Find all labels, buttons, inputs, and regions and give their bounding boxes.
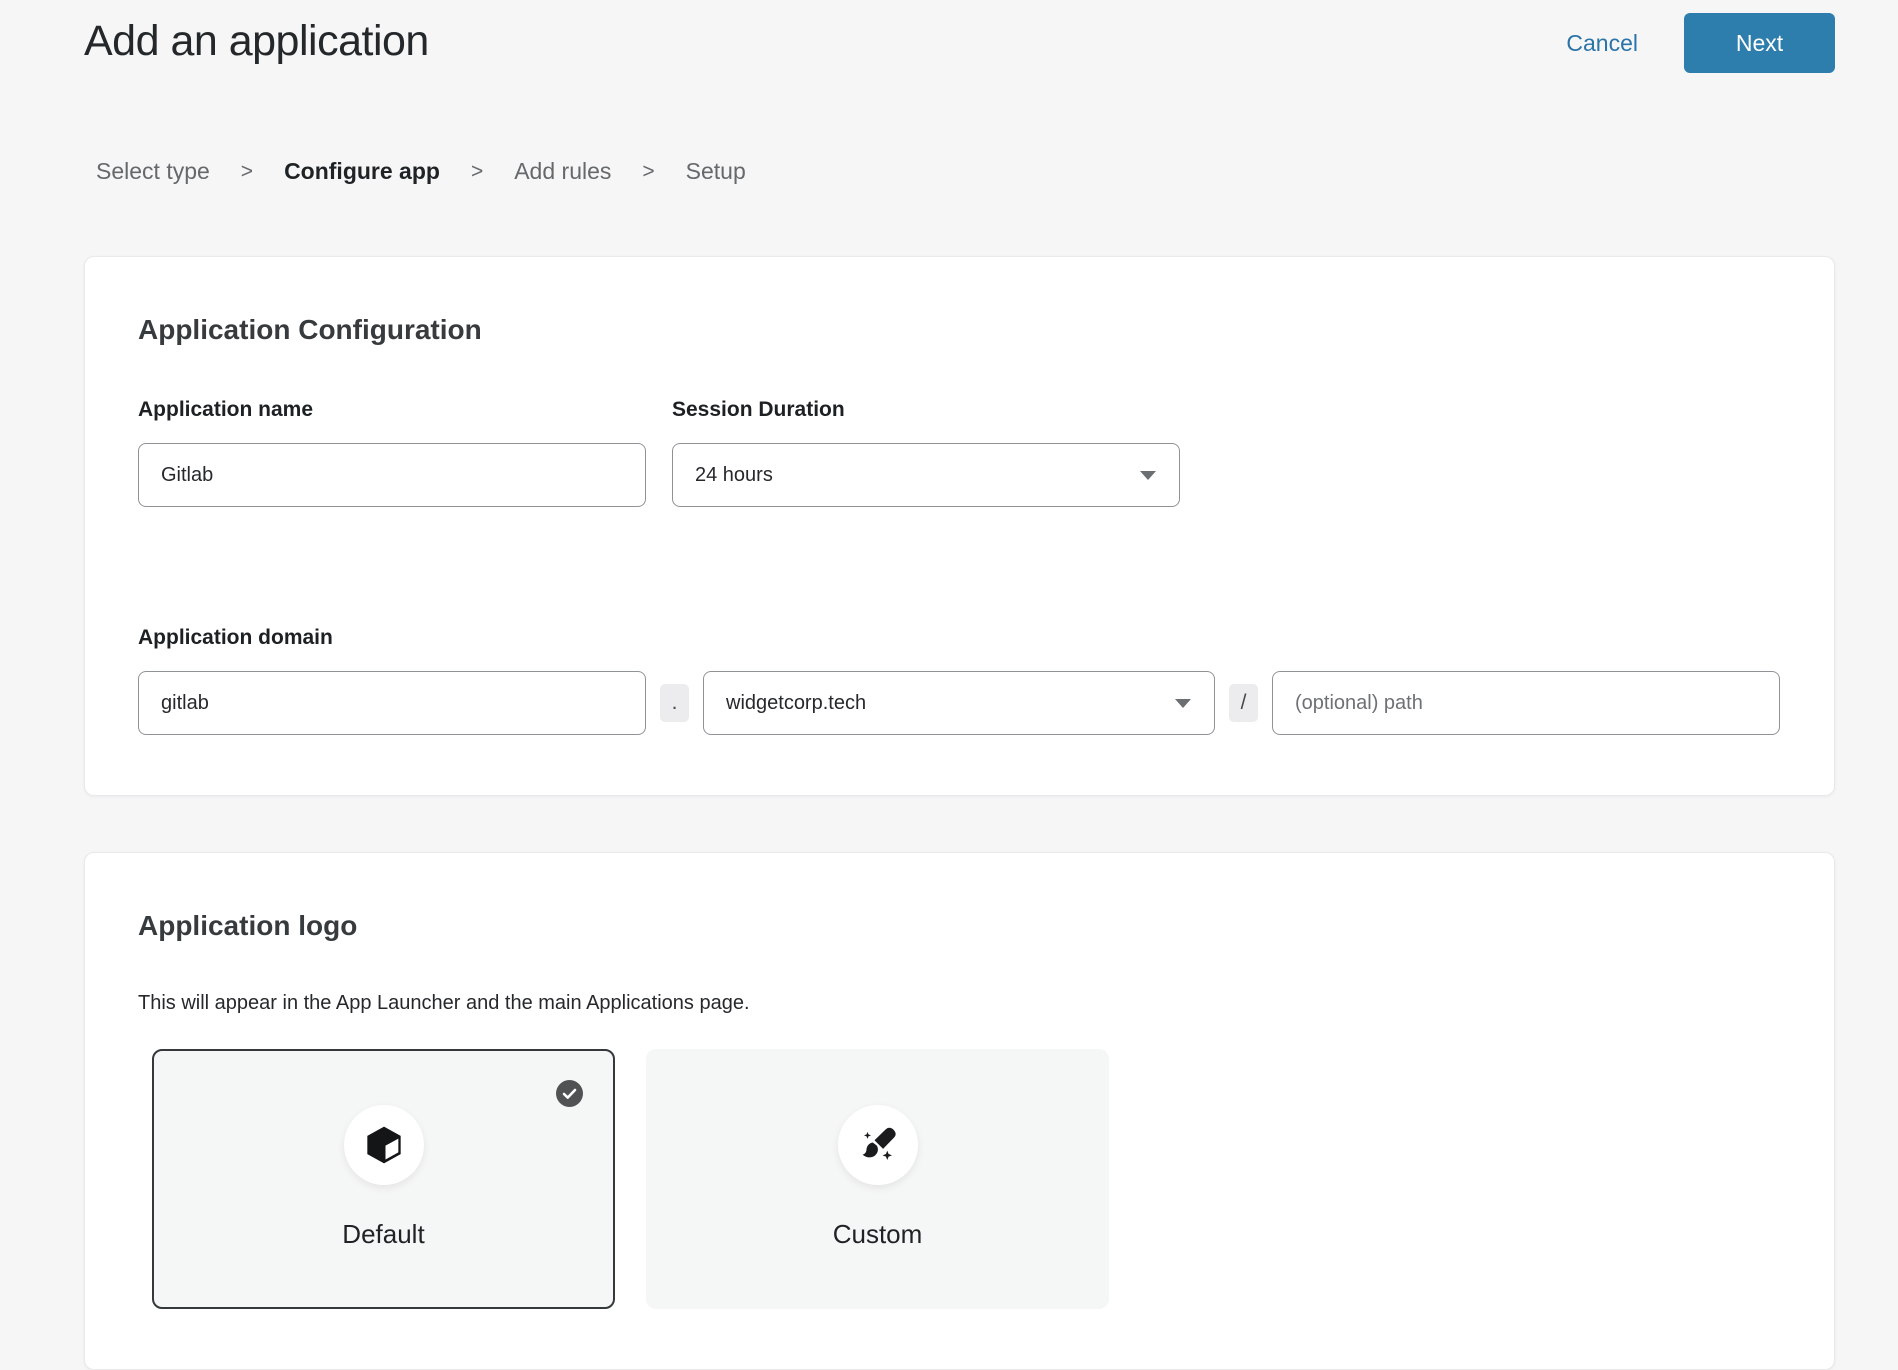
session-duration-value: 24 hours bbox=[695, 464, 773, 487]
domain-select-value: widgetcorp.tech bbox=[726, 692, 866, 715]
path-input[interactable] bbox=[1272, 671, 1780, 735]
breadcrumb-separator: > bbox=[471, 160, 483, 184]
logo-options: Default Custom bbox=[152, 1049, 1781, 1309]
session-duration-label: Session Duration bbox=[672, 397, 1180, 423]
session-duration-select[interactable]: 24 hours bbox=[672, 443, 1180, 507]
add-application-page: Add an application Cancel Next Select ty… bbox=[0, 0, 1898, 1370]
logo-option-custom[interactable]: Custom bbox=[646, 1049, 1109, 1309]
check-icon bbox=[562, 1088, 577, 1100]
breadcrumb: Select type > Configure app > Add rules … bbox=[96, 158, 1835, 185]
step-select-type[interactable]: Select type bbox=[96, 158, 210, 185]
application-configuration-card: Application Configuration Application na… bbox=[84, 256, 1835, 796]
cube-icon bbox=[364, 1124, 404, 1166]
logo-option-default[interactable]: Default bbox=[152, 1049, 615, 1309]
application-domain-label: Application domain bbox=[138, 625, 1781, 651]
slash-separator: / bbox=[1229, 684, 1258, 722]
application-domain-row: . widgetcorp.tech / bbox=[138, 671, 1781, 735]
session-duration-field-group: Session Duration 24 hours bbox=[672, 397, 1180, 507]
topbar-actions: Cancel Next bbox=[1566, 10, 1835, 73]
application-logo-description: This will appear in the App Launcher and… bbox=[138, 991, 1781, 1015]
step-setup[interactable]: Setup bbox=[686, 158, 746, 185]
application-name-field-group: Application name bbox=[138, 397, 646, 507]
default-logo-circle bbox=[344, 1105, 424, 1185]
next-button[interactable]: Next bbox=[1684, 13, 1835, 73]
logo-option-label: Default bbox=[342, 1219, 424, 1250]
application-name-label: Application name bbox=[138, 397, 646, 423]
page-title: Add an application bbox=[84, 10, 429, 72]
subdomain-input[interactable] bbox=[138, 671, 646, 735]
logo-option-label: Custom bbox=[833, 1219, 923, 1250]
application-logo-heading: Application logo bbox=[138, 909, 1781, 942]
application-logo-card: Application logo This will appear in the… bbox=[84, 852, 1835, 1370]
breadcrumb-separator: > bbox=[642, 160, 654, 184]
paintbrush-icon bbox=[857, 1124, 899, 1166]
application-name-input[interactable] bbox=[138, 443, 646, 507]
topbar: Add an application Cancel Next bbox=[84, 0, 1835, 73]
custom-logo-circle bbox=[838, 1105, 918, 1185]
breadcrumb-separator: > bbox=[241, 160, 253, 184]
domain-select[interactable]: widgetcorp.tech bbox=[703, 671, 1215, 735]
selected-check-badge bbox=[556, 1080, 583, 1107]
chevron-down-icon bbox=[1139, 470, 1157, 481]
chevron-down-icon bbox=[1174, 698, 1192, 709]
application-domain-field-group: Application domain . widgetcorp.tech / bbox=[138, 625, 1781, 735]
name-session-row: Application name Session Duration 24 hou… bbox=[138, 397, 1781, 507]
cancel-button[interactable]: Cancel bbox=[1566, 30, 1638, 57]
step-add-rules[interactable]: Add rules bbox=[514, 158, 611, 185]
application-configuration-heading: Application Configuration bbox=[138, 313, 1781, 346]
dot-separator: . bbox=[660, 684, 689, 722]
step-configure-app[interactable]: Configure app bbox=[284, 158, 440, 185]
